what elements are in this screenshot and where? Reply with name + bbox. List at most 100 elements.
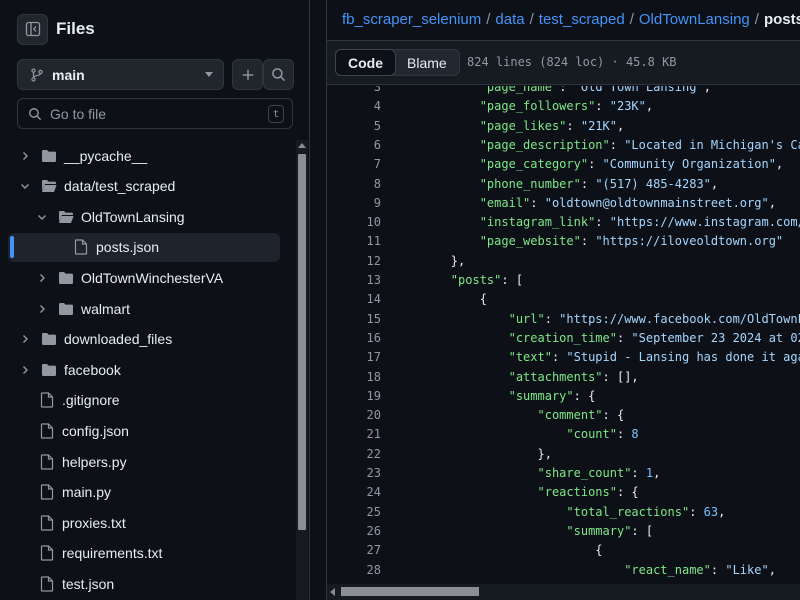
json-punctuation: :: [544, 311, 560, 326]
breadcrumb: fb_scraper_selenium / data / test_scraped / Ol…: [342, 11, 800, 28]
tree-item-label: test.json: [62, 575, 115, 592]
line-number[interactable]: 28: [327, 561, 381, 580]
tree-file-item[interactable]: config.json: [8, 416, 280, 445]
line-number[interactable]: 17: [327, 348, 381, 367]
sidebar-scrollbar[interactable]: [296, 140, 308, 600]
breadcrumb-link-oldtownlansing[interactable]: OldTownLansing: [639, 11, 750, 28]
tree-folder-item[interactable]: OldTownLansing: [8, 202, 280, 231]
json-punctuation: :: [566, 118, 581, 133]
chevron-right-icon: [23, 151, 28, 160]
json-key: "page_likes": [479, 118, 567, 133]
folder-icon: [42, 363, 56, 376]
line-number[interactable]: 20: [327, 406, 381, 425]
json-punctuation: :: [580, 176, 596, 191]
chevron-right-icon: [40, 273, 45, 282]
line-number[interactable]: 16: [327, 329, 381, 348]
breadcrumb-repo-link[interactable]: fb_scraper_selenium: [342, 11, 481, 28]
line-number[interactable]: 26: [327, 522, 381, 541]
add-file-button[interactable]: [232, 59, 263, 90]
line-number[interactable]: 14: [327, 290, 381, 309]
tree-folder-item[interactable]: walmart: [8, 294, 280, 323]
line-number[interactable]: 11: [327, 232, 381, 251]
tree-folder-item[interactable]: downloaded_files: [8, 325, 280, 354]
line-number[interactable]: 21: [327, 425, 381, 444]
line-number[interactable]: 3: [327, 86, 381, 97]
json-string: "Like": [725, 562, 769, 577]
line-number[interactable]: 22: [327, 445, 381, 464]
line-number[interactable]: 29: [327, 580, 381, 583]
line-number[interactable]: 27: [327, 541, 381, 560]
code-scrollbar-thumb[interactable]: [341, 587, 479, 596]
breadcrumb-link-test-scraped[interactable]: test_scraped: [539, 11, 625, 28]
go-to-file-input[interactable]: Go to file t: [17, 98, 293, 129]
line-number[interactable]: 18: [327, 368, 381, 387]
line-number[interactable]: 23: [327, 464, 381, 483]
tree-file-item[interactable]: test.json: [8, 569, 280, 598]
json-punctuation: :: [588, 157, 603, 172]
chevron-down-icon: [21, 184, 29, 190]
breadcrumb-separator: /: [629, 11, 634, 28]
code-horizontal-scrollbar[interactable]: [327, 584, 800, 600]
tree-file-item[interactable]: proxies.txt: [8, 508, 280, 537]
tree-item-label: facebook: [64, 361, 121, 378]
json-punctuation: :: [580, 234, 596, 249]
json-punctuation: :: [675, 582, 689, 583]
code-line: 24 "reactions": {: [327, 483, 800, 502]
folder-open-icon: [59, 210, 74, 223]
tree-file-item[interactable]: main.py: [8, 478, 280, 507]
json-punctuation: {: [479, 292, 487, 307]
file-tree: __pycache__ data/test_scraped OldTownLansi…: [0, 140, 292, 600]
code-line: 10 "instagram_link": "https://www.instag…: [327, 213, 800, 232]
json-key: "count": [624, 582, 675, 583]
branch-selector[interactable]: main: [17, 59, 224, 90]
line-number[interactable]: 13: [327, 271, 381, 290]
json-punctuation: :: [616, 330, 632, 345]
line-number[interactable]: 5: [327, 117, 381, 136]
json-punctuation: :: [551, 350, 567, 365]
json-string: "Located in Michigan's Capit: [624, 137, 800, 152]
code-view[interactable]: 3 "page_name": "Old Town Lansing", 4 "pag…: [327, 86, 800, 583]
line-number[interactable]: 9: [327, 194, 381, 213]
sidebar-scrollbar-thumb[interactable]: [298, 154, 306, 530]
scroll-up-arrow-icon[interactable]: [298, 143, 306, 148]
line-number[interactable]: 19: [327, 387, 381, 406]
file-icon: [40, 484, 54, 500]
code-line: 12 },: [327, 252, 800, 271]
tree-item-label: OldTownLansing: [81, 208, 185, 225]
code-line: 22 },: [327, 445, 800, 464]
json-punctuation: : [: [631, 523, 654, 538]
code-view-tab[interactable]: Code: [335, 49, 396, 76]
scroll-left-arrow-icon[interactable]: [330, 588, 335, 596]
tree-folder-item[interactable]: facebook: [8, 355, 280, 384]
line-number[interactable]: 15: [327, 310, 381, 329]
json-number: 49: [689, 582, 703, 583]
line-number[interactable]: 10: [327, 213, 381, 232]
blame-view-tab[interactable]: Blame: [395, 50, 459, 75]
json-key: "react_name": [624, 562, 711, 577]
line-number[interactable]: 4: [327, 97, 381, 116]
collapse-sidebar-button[interactable]: [17, 13, 48, 45]
line-number[interactable]: 12: [327, 252, 381, 271]
line-number[interactable]: 6: [327, 136, 381, 155]
json-punctuation: : {: [616, 485, 639, 500]
file-icon: [40, 515, 54, 531]
tree-folder-item[interactable]: data/test_scraped: [8, 172, 280, 201]
tree-folder-item[interactable]: __pycache__: [8, 141, 280, 170]
line-number[interactable]: 25: [327, 503, 381, 522]
line-number[interactable]: 8: [327, 175, 381, 194]
search-code-button[interactable]: [263, 59, 294, 90]
breadcrumb-link-data[interactable]: data: [495, 11, 524, 28]
line-number[interactable]: 24: [327, 483, 381, 502]
tree-file-item[interactable]: .gitignore: [8, 386, 280, 415]
tree-file-item[interactable]: helpers.py: [8, 447, 280, 476]
tree-file-item[interactable]: posts.json: [8, 232, 280, 262]
tree-file-item[interactable]: requirements.txt: [8, 539, 280, 568]
json-key: "text": [508, 350, 552, 365]
sidebar-header: Files: [17, 12, 95, 46]
line-number[interactable]: 7: [327, 155, 381, 174]
json-string: "21K": [580, 118, 617, 133]
json-punctuation: {: [595, 543, 603, 558]
json-key: "page_followers": [479, 99, 596, 114]
plus-icon: [242, 69, 253, 80]
tree-folder-item[interactable]: OldTownWinchesterVA: [8, 263, 280, 292]
